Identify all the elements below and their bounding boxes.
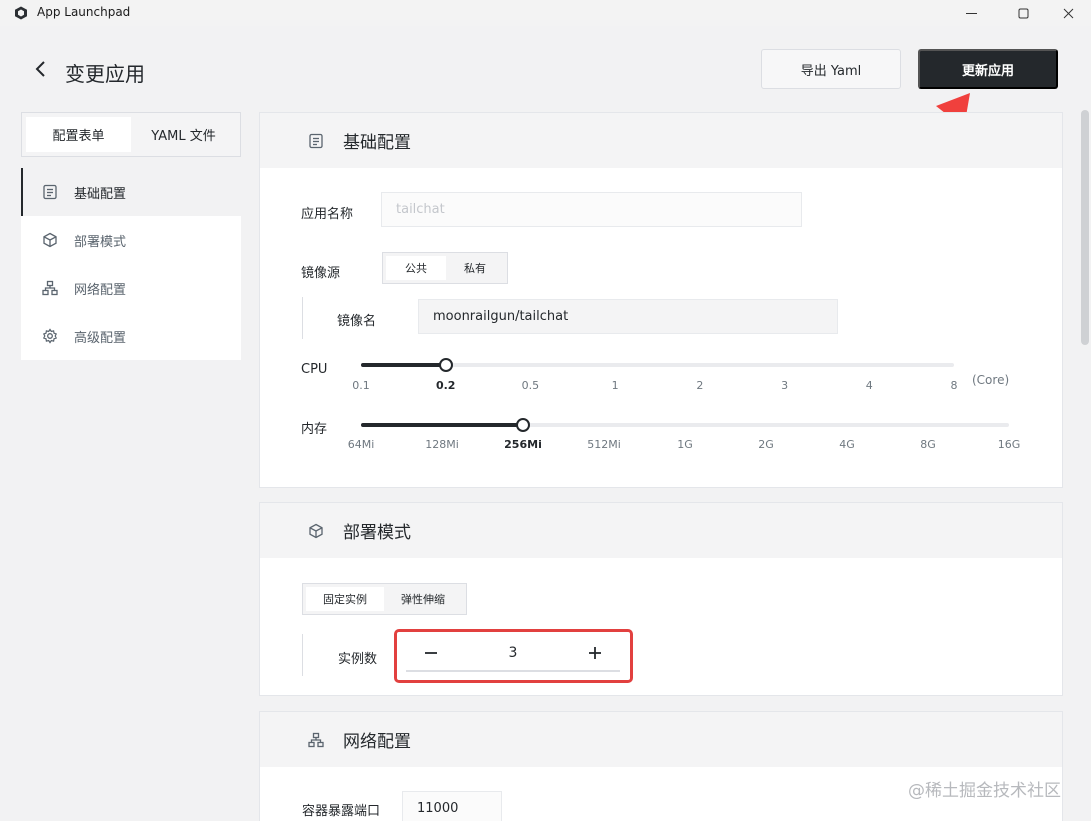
- cube-icon: [41, 231, 59, 249]
- export-yaml-button[interactable]: 导出 Yaml: [761, 49, 901, 89]
- section-title: 基础配置: [343, 133, 411, 153]
- deploy-mode-autoscale[interactable]: 弹性伸缩: [384, 587, 462, 611]
- gear-icon: [41, 327, 59, 345]
- minimize-button[interactable]: [948, 0, 994, 26]
- cpu-label: CPU: [301, 362, 328, 377]
- deploy-mode-switch: 固定实例 弹性伸缩: [302, 583, 467, 615]
- image-name-label: 镜像名: [337, 314, 377, 329]
- port-label: 容器暴露端口: [302, 804, 381, 819]
- cube-icon: [307, 522, 325, 540]
- nav-item-basic[interactable]: 基础配置: [21, 168, 241, 216]
- app-name-input[interactable]: tailchat: [381, 192, 802, 227]
- scrollbar[interactable]: [1081, 110, 1089, 345]
- slider-tick: 128Mi: [425, 438, 459, 451]
- nav-item-deploy[interactable]: 部署模式: [21, 216, 241, 264]
- network-config-card: 网络配置 容器暴露端口 11000: [259, 711, 1063, 821]
- nav-item-advanced[interactable]: 高级配置: [21, 312, 241, 360]
- slider-tick: 4: [865, 379, 873, 392]
- window-title: App Launchpad: [37, 5, 131, 19]
- app-name-label: 应用名称: [301, 207, 354, 222]
- deploy-mode-fixed[interactable]: 固定实例: [306, 587, 384, 611]
- image-source-public[interactable]: 公共: [386, 256, 446, 280]
- back-button[interactable]: [30, 58, 50, 80]
- slider-tick: 0.5: [521, 379, 540, 392]
- memory-label: 内存: [301, 422, 328, 437]
- annotation-highlight-box: [394, 629, 633, 683]
- file-text-icon: [307, 132, 325, 150]
- close-button[interactable]: [1045, 0, 1091, 26]
- slider-tick: 2: [696, 379, 704, 392]
- side-nav: 基础配置 部署模式 网络配置 高级配置: [21, 168, 241, 360]
- chevron-left-icon: [35, 61, 45, 77]
- deploy-mode-header: 部署模式: [260, 503, 1062, 558]
- image-name-divider: [302, 297, 303, 339]
- slider-tick: 4G: [839, 438, 855, 451]
- file-text-icon: [41, 183, 59, 201]
- nav-item-label: 部署模式: [74, 234, 127, 250]
- close-icon: [1063, 8, 1073, 18]
- port-input[interactable]: 11000: [402, 791, 502, 821]
- network-config-header: 网络配置: [260, 712, 1062, 767]
- section-title: 网络配置: [343, 732, 411, 752]
- nav-item-label: 高级配置: [74, 330, 127, 346]
- slider-tick: 1G: [677, 438, 693, 451]
- config-mode-switch: 配置表单 YAML 文件: [21, 112, 241, 157]
- slider-tick: 3: [781, 379, 789, 392]
- maximize-icon: [1018, 8, 1028, 18]
- memory-slider-thumb[interactable]: [516, 418, 530, 432]
- network-icon: [41, 279, 59, 297]
- nav-item-label: 网络配置: [74, 282, 127, 298]
- slider-tick: 512Mi: [587, 438, 621, 451]
- watermark: @稀土掘金技术社区: [908, 781, 1061, 801]
- page-title: 变更应用: [65, 62, 145, 86]
- app-logo-icon: [15, 6, 27, 20]
- network-icon: [307, 731, 325, 749]
- slider-tick: 256Mi: [504, 438, 542, 451]
- tab-yaml-file[interactable]: YAML 文件: [131, 117, 236, 152]
- cpu-slider-fill: [361, 363, 446, 367]
- port-value: 11000: [417, 800, 459, 816]
- update-app-button[interactable]: 更新应用: [918, 49, 1058, 89]
- slider-tick: 1: [611, 379, 619, 392]
- title-bar: App Launchpad: [0, 0, 1091, 26]
- memory-slider-fill: [361, 423, 523, 427]
- tab-config-form[interactable]: 配置表单: [26, 117, 131, 152]
- basic-config-header: 基础配置: [260, 113, 1062, 168]
- maximize-button[interactable]: [1000, 0, 1046, 26]
- image-name-value: moonrailgun/tailchat: [433, 309, 569, 324]
- nav-item-label: 基础配置: [74, 186, 127, 202]
- slider-tick: 16G: [997, 438, 1021, 451]
- slider-tick: 0.2: [435, 379, 456, 392]
- nav-item-network[interactable]: 网络配置: [21, 264, 241, 312]
- image-source-switch: 公共 私有: [382, 252, 508, 284]
- cpu-slider-thumb[interactable]: [438, 358, 453, 372]
- cpu-unit: (Core): [972, 373, 1010, 387]
- slider-tick: 8G: [920, 438, 936, 451]
- app-name-value: tailchat: [396, 202, 445, 217]
- minimize-icon: [965, 12, 977, 14]
- slider-tick: 0.1: [352, 379, 370, 392]
- section-title: 部署模式: [343, 523, 411, 543]
- instances-label: 实例数: [338, 652, 378, 667]
- image-source-private[interactable]: 私有: [446, 256, 504, 280]
- slider-tick: 2G: [758, 438, 774, 451]
- image-source-label: 镜像源: [301, 266, 341, 281]
- image-name-input[interactable]: moonrailgun/tailchat: [418, 299, 838, 334]
- instances-divider: [302, 634, 303, 676]
- slider-tick: 64Mi: [347, 438, 375, 451]
